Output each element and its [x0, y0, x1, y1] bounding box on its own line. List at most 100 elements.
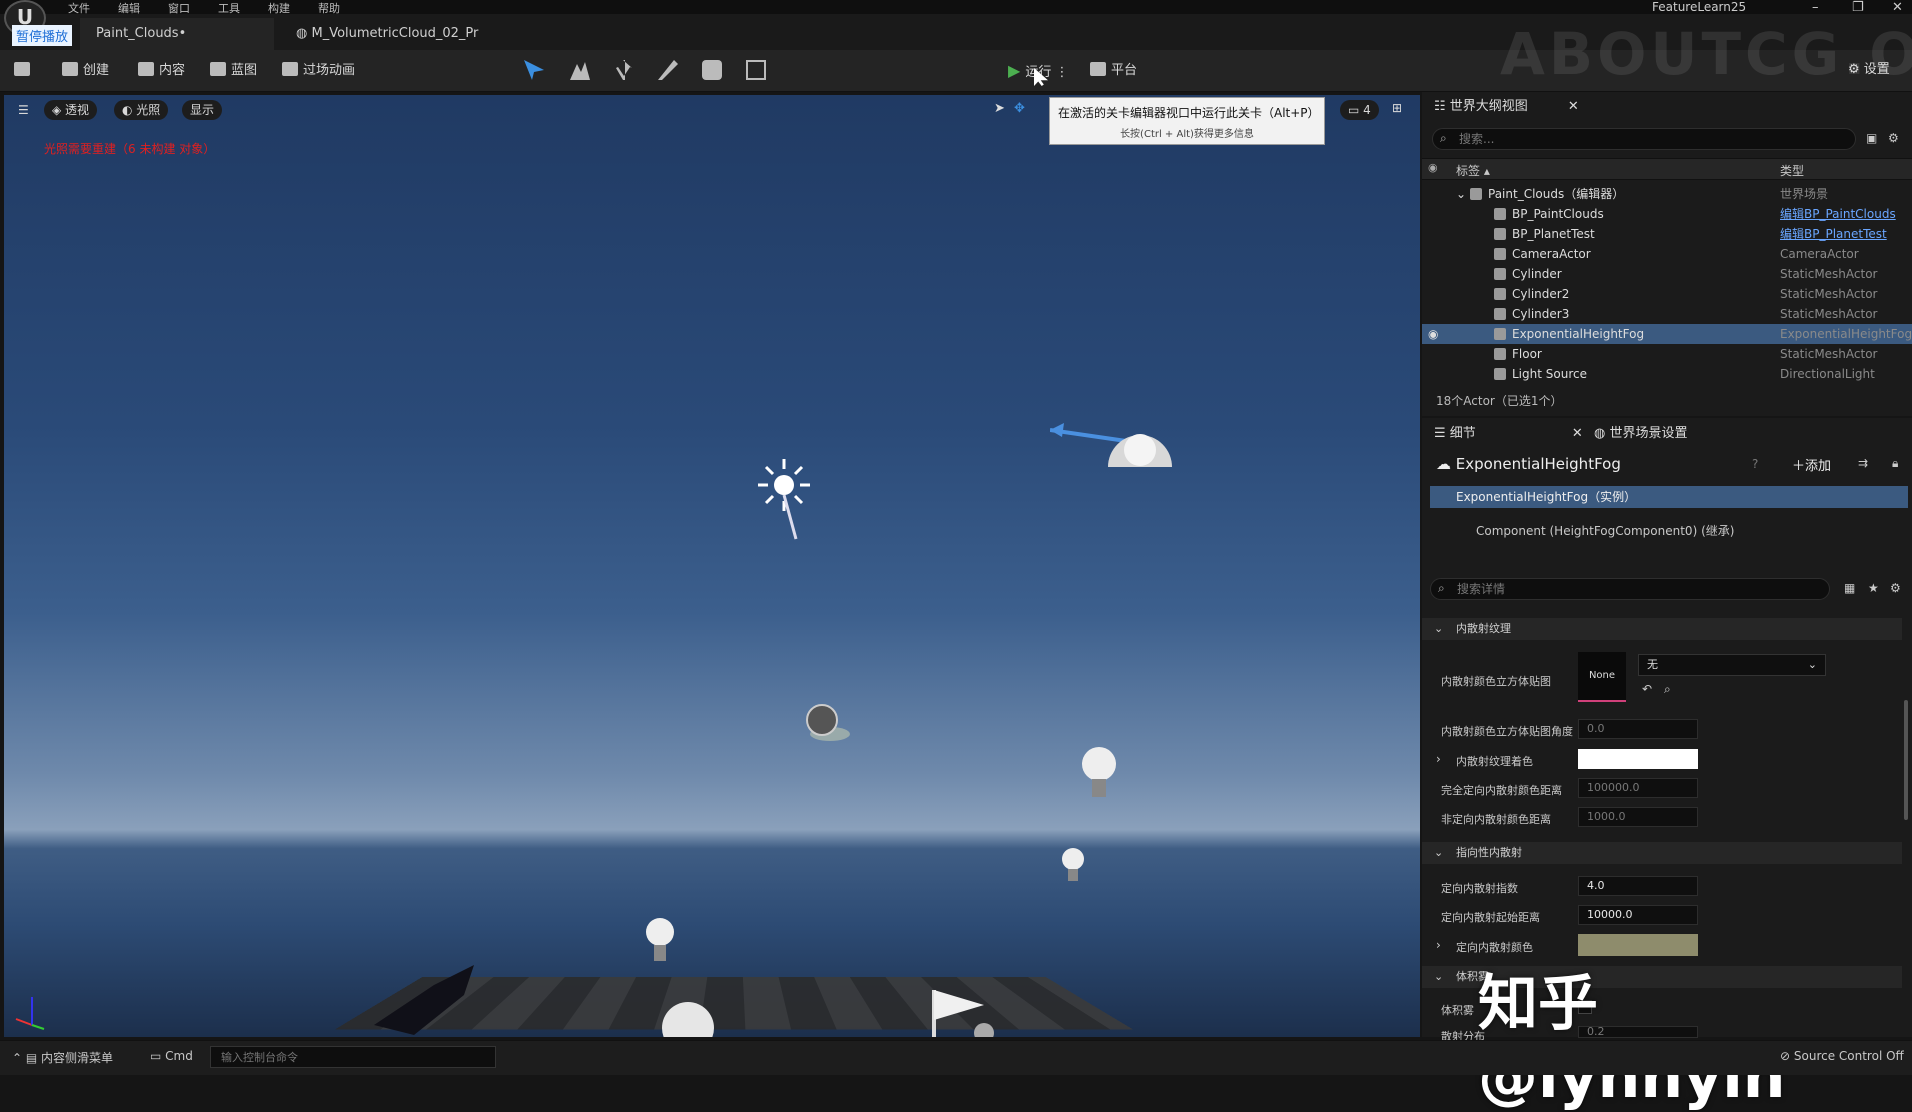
outliner-row[interactable]: Cylinder3 StaticMeshActor — [1422, 304, 1912, 324]
directional-light-sun-icon[interactable] — [754, 455, 814, 540]
add-folder-icon[interactable]: ▣ — [1866, 131, 1877, 145]
camera-actor-mesh[interactable] — [374, 955, 484, 1035]
outliner-row[interactable]: Light Source DirectionalLight — [1422, 364, 1912, 384]
pause-play-badge[interactable]: 暂停播放 — [12, 25, 73, 46]
outliner-settings-gear-icon[interactable]: ⚙ — [1888, 131, 1899, 145]
outliner-row[interactable]: ⌄ Paint_Clouds（编辑器） 世界场景 — [1422, 184, 1912, 204]
close-icon[interactable]: ✕ — [1572, 426, 1583, 441]
minimize-button[interactable]: – — [1812, 0, 1819, 15]
sphere-mesh[interactable] — [660, 1000, 716, 1037]
table-view-icon[interactable]: ▦ — [1844, 581, 1855, 595]
column-label-header[interactable]: 标签 ▴ — [1456, 162, 1490, 179]
outliner-row[interactable]: CameraActor CameraActor — [1422, 244, 1912, 264]
add-label: 添加 — [1805, 459, 1832, 474]
blueprint-convert-icon[interactable]: ⇉ — [1858, 456, 1868, 470]
dir-start-field[interactable]: 10000.0 — [1578, 905, 1698, 925]
modeling-mode-icon[interactable] — [746, 60, 766, 80]
dir-color-swatch[interactable] — [1578, 934, 1698, 956]
select-tool-icon[interactable]: ➤ — [994, 101, 1005, 116]
cubemap-asset-select[interactable]: 无 ⌄ — [1638, 654, 1826, 676]
browse-search-icon[interactable]: ⌕ — [1664, 682, 1671, 697]
details-settings-gear-icon[interactable]: ⚙ — [1890, 581, 1901, 595]
close-icon[interactable]: ✕ — [1568, 99, 1579, 114]
content-button[interactable]: 内容 — [138, 58, 185, 84]
watermark-zhihu: 知乎 @lynnyin — [1478, 969, 1786, 1112]
blueprint-button[interactable]: 蓝图 — [210, 58, 257, 84]
settings-button[interactable]: ⚙ 设置 — [1848, 58, 1890, 77]
source-control-button[interactable]: ⊘ Source Control Off — [1780, 1049, 1904, 1063]
cmd-button[interactable]: ▭ Cmd — [150, 1049, 193, 1063]
outliner-row-name: BP_PlanetTest — [1512, 227, 1595, 241]
visibility-eye-icon[interactable]: ◉ — [1428, 324, 1438, 344]
outliner-row[interactable]: ◉ ExponentialHeightFog ExponentialHeightFo… — [1422, 324, 1912, 344]
translate-tool-icon[interactable]: ✥ — [1014, 101, 1025, 116]
platform-button[interactable]: 平台 — [1090, 58, 1137, 84]
section-directional-inscattering[interactable]: ⌄ 指向性内散射 — [1422, 842, 1902, 864]
column-type-header[interactable]: 类型 — [1780, 162, 1804, 179]
level-viewport[interactable] — [4, 95, 1420, 1037]
sky-light-icon[interactable] — [1049, 405, 1180, 475]
outliner-row[interactable]: Cylinder2 StaticMeshActor — [1422, 284, 1912, 304]
perspective-label: 透视 — [65, 103, 90, 117]
point-light-bulb-icon[interactable] — [1060, 847, 1086, 887]
fracture-mode-icon[interactable] — [702, 60, 722, 80]
nondir-distance-field[interactable]: 1000.0 — [1578, 807, 1698, 827]
restore-button[interactable]: ❐ — [1852, 0, 1864, 15]
use-selected-icon[interactable]: ↶ — [1642, 682, 1652, 696]
lock-icon[interactable]: 🔒︎ — [1892, 456, 1898, 471]
perspective-button[interactable]: ◈ 透视 — [44, 100, 98, 120]
section-inscattering-texture[interactable]: ⌄ 内散射纹理 — [1422, 618, 1902, 640]
actor-name: ExponentialHeightFog — [1455, 455, 1621, 473]
tab-paint-clouds[interactable]: Paint_Clouds• — [80, 18, 274, 50]
help-icon[interactable]: ? — [1752, 457, 1758, 471]
outliner-row-type[interactable]: 编辑BP_PlanetTest — [1780, 224, 1887, 244]
exponential-fog-actor-icon[interactable] — [804, 700, 852, 748]
outliner-row-type[interactable]: 编辑BP_PaintClouds — [1780, 204, 1896, 224]
eye-icon[interactable]: ◉ — [1428, 161, 1438, 174]
world-settings-tab[interactable]: ◍ 世界场景设置 — [1594, 419, 1688, 449]
chevron-down-icon[interactable]: ⌄ — [1456, 184, 1466, 204]
project-name: FeatureLearn25 — [1652, 0, 1747, 14]
texture-tint-color-swatch[interactable] — [1578, 749, 1698, 769]
chevron-down-icon: ⌄ — [1434, 622, 1444, 635]
close-window-button[interactable]: ✕ — [1892, 0, 1903, 15]
add-component-button[interactable]: ＋添加 — [1792, 455, 1831, 474]
details-tab[interactable]: ☰ 细节 ✕ — [1434, 419, 1583, 449]
save-icon — [14, 62, 30, 76]
lit-mode-button[interactable]: ◐ 光照 — [114, 100, 169, 120]
cubemap-angle-field[interactable]: 0.0 — [1578, 719, 1698, 739]
favorite-star-icon[interactable]: ★ — [1868, 581, 1879, 595]
outliner-row[interactable]: Cylinder StaticMeshActor — [1422, 264, 1912, 284]
outliner-tab[interactable]: ☷ 世界大纲视图 ✕ — [1434, 92, 1579, 122]
full-distance-field[interactable]: 100000.0 — [1578, 778, 1698, 798]
outliner-row-name: Light Source — [1512, 367, 1587, 381]
player-start-flag-icon[interactable] — [924, 985, 1014, 1037]
point-light-bulb-icon[interactable] — [644, 917, 676, 967]
camera-speed-button[interactable]: ▭ 4 — [1340, 100, 1379, 120]
details-search-input[interactable]: 搜索详情 — [1430, 578, 1830, 600]
outliner-row[interactable]: BP_PlanetTest 编辑BP_PlanetTest — [1422, 224, 1912, 244]
console-command-input[interactable] — [210, 1046, 496, 1068]
play-icon: ▶ — [1008, 61, 1026, 80]
point-light-bulb-icon[interactable] — [1080, 745, 1118, 805]
chevron-right-icon[interactable]: › — [1436, 752, 1441, 766]
save-button[interactable] — [14, 58, 35, 84]
create-button[interactable]: 创建 — [62, 58, 109, 84]
outliner-row[interactable]: BP_PaintClouds 编辑BP_PaintClouds — [1422, 204, 1912, 224]
outliner-row[interactable]: Floor StaticMeshActor — [1422, 344, 1912, 364]
instance-row[interactable]: ExponentialHeightFog（实例） — [1430, 486, 1908, 508]
cinematics-button[interactable]: 过场动画 — [282, 58, 355, 84]
content-drawer-button[interactable]: ⌃ ▤ 内容侧滑菜单 — [12, 1049, 113, 1066]
cubemap-thumbnail[interactable]: None — [1578, 652, 1626, 702]
dir-exponent-field[interactable]: 4.0 — [1578, 876, 1698, 896]
viewport-menu-button[interactable]: ☰ — [10, 100, 37, 120]
outliner-search-input[interactable]: 搜索... — [1432, 128, 1856, 150]
tab-material[interactable]: ◍ M_VolumetricCloud_02_Pr — [280, 18, 520, 50]
show-button[interactable]: 显示 — [182, 100, 223, 120]
section-label: 指向性内散射 — [1456, 846, 1522, 859]
chevron-right-icon[interactable]: › — [1436, 938, 1441, 952]
viewport-layout-icon[interactable]: ⊞ — [1392, 101, 1402, 115]
details-scrollbar[interactable] — [1904, 700, 1908, 820]
component-row[interactable]: Component (HeightFogComponent0) (继承) — [1476, 522, 1734, 539]
content-label: 内容 — [159, 63, 186, 78]
